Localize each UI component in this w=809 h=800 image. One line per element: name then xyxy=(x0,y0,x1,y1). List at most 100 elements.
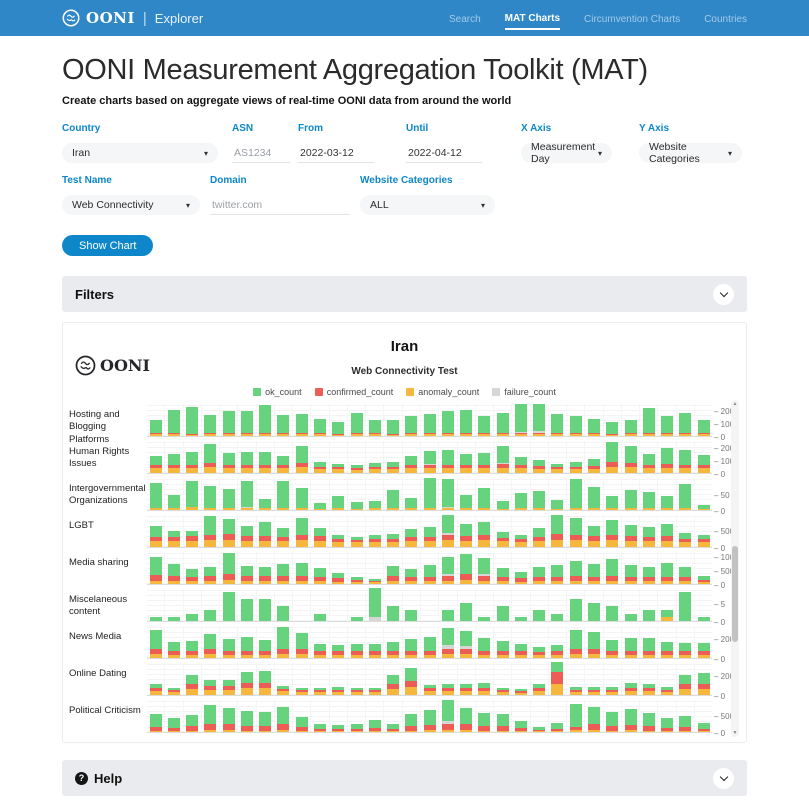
from-date-input[interactable] xyxy=(298,143,374,163)
stacked-bar[interactable] xyxy=(694,700,712,732)
stacked-bar[interactable] xyxy=(657,478,675,510)
stacked-bar[interactable] xyxy=(511,404,529,436)
stacked-bar[interactable] xyxy=(584,515,602,547)
stacked-bar[interactable] xyxy=(274,626,292,658)
stacked-bar[interactable] xyxy=(676,589,694,621)
stacked-bar[interactable] xyxy=(164,478,182,510)
stacked-bar[interactable] xyxy=(657,626,675,658)
stacked-bar[interactable] xyxy=(493,441,511,473)
stacked-bar[interactable] xyxy=(237,626,255,658)
stacked-bar[interactable] xyxy=(420,626,438,658)
stacked-bar[interactable] xyxy=(347,441,365,473)
stacked-bar[interactable] xyxy=(237,404,255,436)
y-axis-select[interactable]: Website Categories ▾ xyxy=(639,143,742,163)
brand[interactable]: OONI | Explorer xyxy=(62,9,203,27)
asn-input[interactable] xyxy=(232,143,290,163)
stacked-bar[interactable] xyxy=(621,663,639,695)
stacked-bar[interactable] xyxy=(566,700,584,732)
stacked-bar[interactable] xyxy=(566,552,584,584)
stacked-bar[interactable] xyxy=(219,700,237,732)
stacked-bar[interactable] xyxy=(147,441,164,473)
stacked-bar[interactable] xyxy=(219,589,237,621)
stacked-bar[interactable] xyxy=(621,478,639,510)
stacked-bar[interactable] xyxy=(530,626,548,658)
stacked-bar[interactable] xyxy=(183,589,201,621)
stacked-bar[interactable] xyxy=(147,663,164,695)
stacked-bar[interactable] xyxy=(639,626,657,658)
stacked-bar[interactable] xyxy=(584,589,602,621)
stacked-bar[interactable] xyxy=(365,663,383,695)
stacked-bar[interactable] xyxy=(365,552,383,584)
stacked-bar[interactable] xyxy=(201,589,219,621)
stacked-bar[interactable] xyxy=(548,515,566,547)
stacked-bar[interactable] xyxy=(475,700,493,732)
x-axis-select[interactable]: Measurement Day ▾ xyxy=(521,143,612,163)
stacked-bar[interactable] xyxy=(201,404,219,436)
stacked-bar[interactable] xyxy=(365,441,383,473)
stacked-bar[interactable] xyxy=(438,663,456,695)
stacked-bar[interactable] xyxy=(603,663,621,695)
stacked-bar[interactable] xyxy=(657,441,675,473)
stacked-bar[interactable] xyxy=(676,441,694,473)
stacked-bar[interactable] xyxy=(329,552,347,584)
stacked-bar[interactable] xyxy=(548,441,566,473)
stacked-bar[interactable] xyxy=(420,515,438,547)
stacked-bar[interactable] xyxy=(548,626,566,658)
stacked-bar[interactable] xyxy=(438,404,456,436)
stacked-bar[interactable] xyxy=(621,441,639,473)
stacked-bar[interactable] xyxy=(237,515,255,547)
stacked-bar[interactable] xyxy=(310,552,328,584)
stacked-bar[interactable] xyxy=(493,663,511,695)
stacked-bar[interactable] xyxy=(310,441,328,473)
stacked-bar[interactable] xyxy=(657,404,675,436)
stacked-bar[interactable] xyxy=(164,552,182,584)
stacked-bar[interactable] xyxy=(511,700,529,732)
stacked-bar[interactable] xyxy=(201,441,219,473)
stacked-bar[interactable] xyxy=(694,552,712,584)
stacked-bar[interactable] xyxy=(694,589,712,621)
stacked-bar[interactable] xyxy=(219,404,237,436)
stacked-bar[interactable] xyxy=(694,515,712,547)
stacked-bar[interactable] xyxy=(639,478,657,510)
stacked-bar[interactable] xyxy=(438,515,456,547)
stacked-bar[interactable] xyxy=(420,404,438,436)
stacked-bar[interactable] xyxy=(219,663,237,695)
stacked-bar[interactable] xyxy=(511,589,529,621)
stacked-bar[interactable] xyxy=(457,626,475,658)
stacked-bar[interactable] xyxy=(329,663,347,695)
stacked-bar[interactable] xyxy=(420,663,438,695)
stacked-bar[interactable] xyxy=(530,589,548,621)
stacked-bar[interactable] xyxy=(201,663,219,695)
stacked-bar[interactable] xyxy=(310,404,328,436)
stacked-bar[interactable] xyxy=(164,515,182,547)
stacked-bar[interactable] xyxy=(603,589,621,621)
stacked-bar[interactable] xyxy=(329,478,347,510)
stacked-bar[interactable] xyxy=(310,478,328,510)
stacked-bar[interactable] xyxy=(274,663,292,695)
stacked-bar[interactable] xyxy=(438,552,456,584)
stacked-bar[interactable] xyxy=(256,589,274,621)
stacked-bar[interactable] xyxy=(365,515,383,547)
stacked-bar[interactable] xyxy=(676,663,694,695)
stacked-bar[interactable] xyxy=(420,589,438,621)
stacked-bar[interactable] xyxy=(639,515,657,547)
stacked-bar[interactable] xyxy=(566,589,584,621)
stacked-bar[interactable] xyxy=(292,478,310,510)
stacked-bar[interactable] xyxy=(566,441,584,473)
scroll-up-arrow-icon[interactable]: ▲ xyxy=(731,401,739,407)
stacked-bar[interactable] xyxy=(147,700,164,732)
stacked-bar[interactable] xyxy=(566,404,584,436)
stacked-bar[interactable] xyxy=(657,589,675,621)
stacked-bar[interactable] xyxy=(694,404,712,436)
stacked-bar[interactable] xyxy=(657,552,675,584)
stacked-bar[interactable] xyxy=(183,700,201,732)
stacked-bar[interactable] xyxy=(365,404,383,436)
stacked-bar[interactable] xyxy=(292,663,310,695)
stacked-bar[interactable] xyxy=(694,663,712,695)
stacked-bar[interactable] xyxy=(676,404,694,436)
stacked-bar[interactable] xyxy=(256,663,274,695)
stacked-bar[interactable] xyxy=(256,552,274,584)
stacked-bar[interactable] xyxy=(329,441,347,473)
stacked-bar[interactable] xyxy=(657,700,675,732)
stacked-bar[interactable] xyxy=(603,552,621,584)
